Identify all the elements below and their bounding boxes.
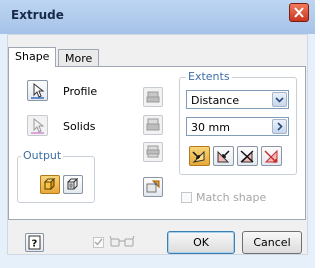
solids-select-button[interactable] (27, 115, 48, 136)
direction-button-2[interactable] (143, 115, 163, 135)
symmetric-shape-icon (146, 145, 160, 158)
chevron-right-icon[interactable] (272, 119, 287, 134)
solids-cursor-icon (31, 117, 45, 134)
tab-more-label: More (65, 52, 93, 65)
output-solid-button[interactable] (40, 175, 60, 194)
ok-button[interactable]: OK (167, 231, 235, 254)
help-button[interactable]: ? (25, 233, 44, 252)
direction-flipped-button[interactable] (213, 146, 234, 166)
taper-icon (146, 180, 160, 193)
direction-asymmetric-button[interactable] (261, 146, 282, 166)
window-title: Extrude (11, 8, 64, 22)
direction-default-button[interactable] (189, 146, 210, 166)
close-button[interactable] (289, 3, 309, 22)
output-surface-button[interactable] (63, 175, 83, 194)
tab-shape-label: Shape (15, 50, 50, 63)
solid-cube-icon (43, 177, 56, 191)
cursor-arrow-icon (31, 82, 45, 99)
direction-flipped-icon (217, 150, 230, 163)
cancel-label: Cancel (253, 236, 291, 249)
direction-default-icon (192, 150, 205, 163)
glasses-icon (109, 235, 135, 247)
cancel-button[interactable]: Cancel (242, 231, 302, 254)
preview-check-icon (94, 238, 103, 246)
distance-input[interactable]: 30 mm (186, 117, 289, 136)
flip-shape-icon (146, 118, 160, 131)
output-legend: Output (21, 149, 64, 162)
title-bar[interactable]: Extrude (0, 0, 315, 34)
tab-shape[interactable]: Shape (8, 47, 57, 67)
profile-label: Profile (63, 85, 98, 98)
extents-type-dropdown[interactable]: Distance (186, 90, 289, 109)
ok-label: OK (193, 236, 209, 249)
direction-button-1[interactable] (143, 87, 163, 107)
direction-button-3[interactable] (143, 142, 163, 162)
tab-more[interactable]: More (58, 49, 100, 67)
extents-type-value: Distance (191, 94, 240, 107)
svg-text:?: ? (32, 239, 38, 250)
printer-shape-icon (146, 91, 160, 103)
match-shape-checkbox[interactable] (181, 192, 192, 203)
direction-asymmetric-icon (264, 149, 278, 163)
surface-cube-icon (67, 177, 79, 190)
direction-symmetric-button[interactable] (237, 146, 258, 166)
help-icon: ? (28, 235, 41, 250)
extrude-dialog: Extrude More Shape Profile Solids Output… (0, 0, 315, 268)
distance-value: 30 mm (191, 121, 230, 134)
extents-legend: Extents (186, 70, 232, 83)
match-shape-label: Match shape (196, 191, 267, 204)
chevron-down-icon[interactable] (272, 92, 287, 107)
taper-button[interactable] (143, 177, 163, 197)
solids-label: Solids (63, 120, 96, 133)
profile-select-button[interactable] (27, 80, 48, 101)
direction-symmetric-icon (240, 150, 254, 163)
close-icon (294, 7, 304, 18)
